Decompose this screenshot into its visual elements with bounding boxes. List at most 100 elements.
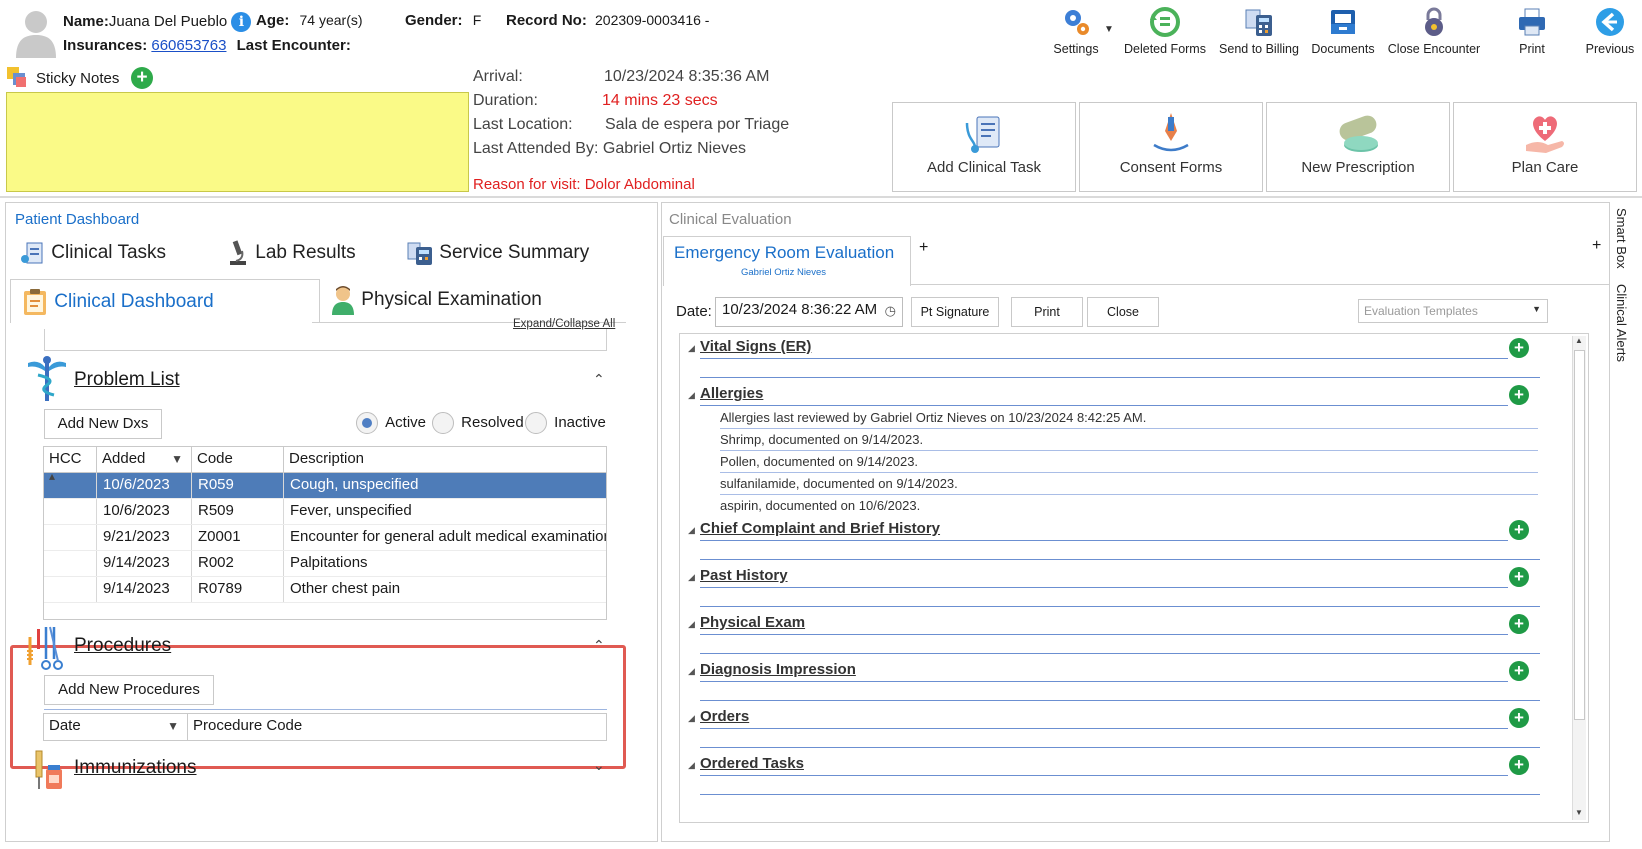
info-icon[interactable]: i xyxy=(231,12,252,32)
table-row[interactable]: 10/6/2023 R059 Cough, unspecified xyxy=(44,473,606,499)
add-new-procedures-button[interactable]: Add New Procedures xyxy=(44,675,214,705)
add-vital-signs-button[interactable]: + xyxy=(1509,338,1529,358)
immunizations-title[interactable]: Immunizations xyxy=(74,757,197,779)
add-evaluation-tab-button[interactable]: + xyxy=(919,239,928,257)
new-prescription-button[interactable]: New Prescription xyxy=(1266,102,1450,192)
insurance-link[interactable]: 660653763 xyxy=(151,37,226,54)
procedures-collapse-icon[interactable]: ⌃ xyxy=(593,637,605,654)
clinical-alerts-tab[interactable]: Clinical Alerts xyxy=(1614,284,1629,362)
add-orders-button[interactable]: + xyxy=(1509,708,1529,728)
add-clinical-task-button[interactable]: Add Clinical Task xyxy=(892,102,1076,192)
section-line xyxy=(700,653,1540,654)
section-orders[interactable]: ◢ Orders xyxy=(688,708,749,725)
sticky-notes-icon xyxy=(6,66,28,88)
section-diagnosis-impression[interactable]: ◢ Diagnosis Impression xyxy=(688,661,856,678)
section-line xyxy=(700,700,1540,701)
add-chief-complaint-button[interactable]: + xyxy=(1509,520,1529,540)
close-evaluation-button[interactable]: Close xyxy=(1087,297,1159,327)
tab-clinical-tasks[interactable]: Clinical Tasks xyxy=(18,239,166,267)
add-ordered-tasks-button[interactable]: + xyxy=(1509,755,1529,775)
section-line xyxy=(700,559,1540,560)
settings-button[interactable]: Settings xyxy=(1046,6,1106,62)
patient-name-row: Name:Juana Del Pueblo i xyxy=(63,12,252,32)
evaluation-templates-select[interactable]: Evaluation Templates ▼ xyxy=(1358,299,1548,323)
deleted-forms-button[interactable]: Deleted Forms xyxy=(1122,6,1208,62)
add-physical-exam-button[interactable]: + xyxy=(1509,614,1529,634)
print-evaluation-button[interactable]: Print xyxy=(1011,297,1083,327)
column-added[interactable]: Added ▼ xyxy=(97,447,192,472)
section-underline xyxy=(700,358,1508,359)
tab-emergency-room-evaluation[interactable]: Emergency Room Evaluation Gabriel Ortiz … xyxy=(663,236,911,286)
allergy-item: Pollen, documented on 9/14/2023. xyxy=(720,454,919,469)
consent-forms-button[interactable]: Consent Forms xyxy=(1079,102,1263,192)
print-button[interactable]: Print xyxy=(1504,6,1560,62)
column-date[interactable]: Date ▼ xyxy=(44,714,188,740)
section-underline xyxy=(700,728,1508,729)
column-procedure-code[interactable]: Procedure Code xyxy=(188,714,606,740)
filter-resolved[interactable]: Resolved xyxy=(432,412,524,434)
patient-dashboard-title: Patient Dashboard xyxy=(15,211,140,228)
calendar-icon[interactable]: ◷ xyxy=(885,303,896,319)
date-input[interactable]: 10/23/2024 8:36:22 AM ◷ xyxy=(715,297,903,327)
previous-button[interactable]: Previous xyxy=(1580,6,1640,62)
settings-dropdown-icon[interactable]: ▼ xyxy=(1104,24,1114,35)
immunizations-expand-icon[interactable]: ⌄ xyxy=(593,757,605,774)
table-row[interactable]: 9/21/2023 Z0001 Encounter for general ad… xyxy=(44,525,606,551)
pt-signature-button[interactable]: Pt Signature xyxy=(911,297,999,327)
tab-strip-line xyxy=(911,284,1609,285)
problem-list-title[interactable]: Problem List xyxy=(74,369,180,391)
add-panel-button[interactable]: + xyxy=(1592,237,1601,255)
allergy-item: aspirin, documented on 10/6/2023. xyxy=(720,498,921,513)
smart-box-tab[interactable]: Smart Box xyxy=(1614,208,1629,269)
section-physical-exam[interactable]: ◢ Physical Exam xyxy=(688,614,805,631)
documents-button[interactable]: Documents xyxy=(1308,6,1378,62)
tab-clinical-dashboard[interactable]: Clinical Dashboard xyxy=(10,279,320,323)
section-line xyxy=(700,747,1540,748)
add-sticky-note-button[interactable]: + xyxy=(131,67,153,89)
add-diagnosis-button[interactable]: + xyxy=(1509,661,1529,681)
tab-physical-examination[interactable]: Physical Examination xyxy=(330,285,542,315)
section-ordered-tasks[interactable]: ◢ Ordered Tasks xyxy=(688,755,804,772)
table-row[interactable]: 9/14/2023 R0789 Other chest pain xyxy=(44,577,606,603)
filter-active[interactable]: Active xyxy=(356,412,426,434)
section-vital-signs[interactable]: ◢ Vital Signs (ER) xyxy=(688,338,811,355)
scroll-up-icon[interactable]: ▲ xyxy=(1575,336,1583,345)
table-row[interactable]: 9/14/2023 R002 Palpitations xyxy=(44,551,606,577)
tab-service-summary[interactable]: Service Summary xyxy=(406,239,589,267)
column-hcc[interactable]: HCC ▴ xyxy=(44,447,97,483)
close-encounter-button[interactable]: Close Encounter xyxy=(1384,6,1484,62)
inbox-icon xyxy=(1331,10,1355,34)
radio-active[interactable] xyxy=(356,412,378,434)
procedures-table: Date ▼ Procedure Code xyxy=(43,713,607,741)
radio-resolved[interactable] xyxy=(432,412,454,434)
table-header: HCC ▴ Added ▼ Code Description xyxy=(44,447,606,483)
sticky-notes-area[interactable] xyxy=(6,92,469,192)
add-new-dxs-button[interactable]: Add New Dxs xyxy=(44,409,162,439)
scroll-down-icon[interactable]: ▼ xyxy=(1575,808,1583,817)
signature-pen-icon xyxy=(1153,113,1189,152)
section-past-history[interactable]: ◢ Past History xyxy=(688,567,788,584)
lock-icon xyxy=(1425,7,1443,36)
add-allergies-button[interactable]: + xyxy=(1509,385,1529,405)
table-row[interactable]: 10/6/2023 R509 Fever, unspecified xyxy=(44,499,606,525)
gear-icon xyxy=(1065,10,1089,35)
scrollbar-thumb[interactable] xyxy=(1574,350,1585,720)
arrival-value: 10/23/2024 8:35:36 AM xyxy=(604,68,770,85)
procedures-title[interactable]: Procedures xyxy=(74,635,171,657)
allergy-item: sulfanilamide, documented on 9/14/2023. xyxy=(720,476,958,491)
scrollbar[interactable]: ▲ ▼ xyxy=(1572,336,1586,820)
section-allergies[interactable]: ◢ Allergies xyxy=(688,385,763,402)
section-line xyxy=(700,794,1540,795)
send-to-billing-button[interactable]: Send to Billing xyxy=(1216,6,1302,62)
column-description[interactable]: Description xyxy=(284,447,606,472)
column-code[interactable]: Code xyxy=(192,447,284,472)
filter-inactive[interactable]: Inactive xyxy=(525,412,606,434)
section-chief-complaint[interactable]: ◢ Chief Complaint and Brief History xyxy=(688,520,940,537)
plan-care-button[interactable]: Plan Care xyxy=(1453,102,1637,192)
tab-lab-results[interactable]: Lab Results xyxy=(226,239,356,267)
section-underline xyxy=(700,540,1508,541)
section-underline xyxy=(700,775,1508,776)
add-past-history-button[interactable]: + xyxy=(1509,567,1529,587)
radio-inactive[interactable] xyxy=(525,412,547,434)
problem-list-collapse-icon[interactable]: ⌃ xyxy=(593,371,605,388)
